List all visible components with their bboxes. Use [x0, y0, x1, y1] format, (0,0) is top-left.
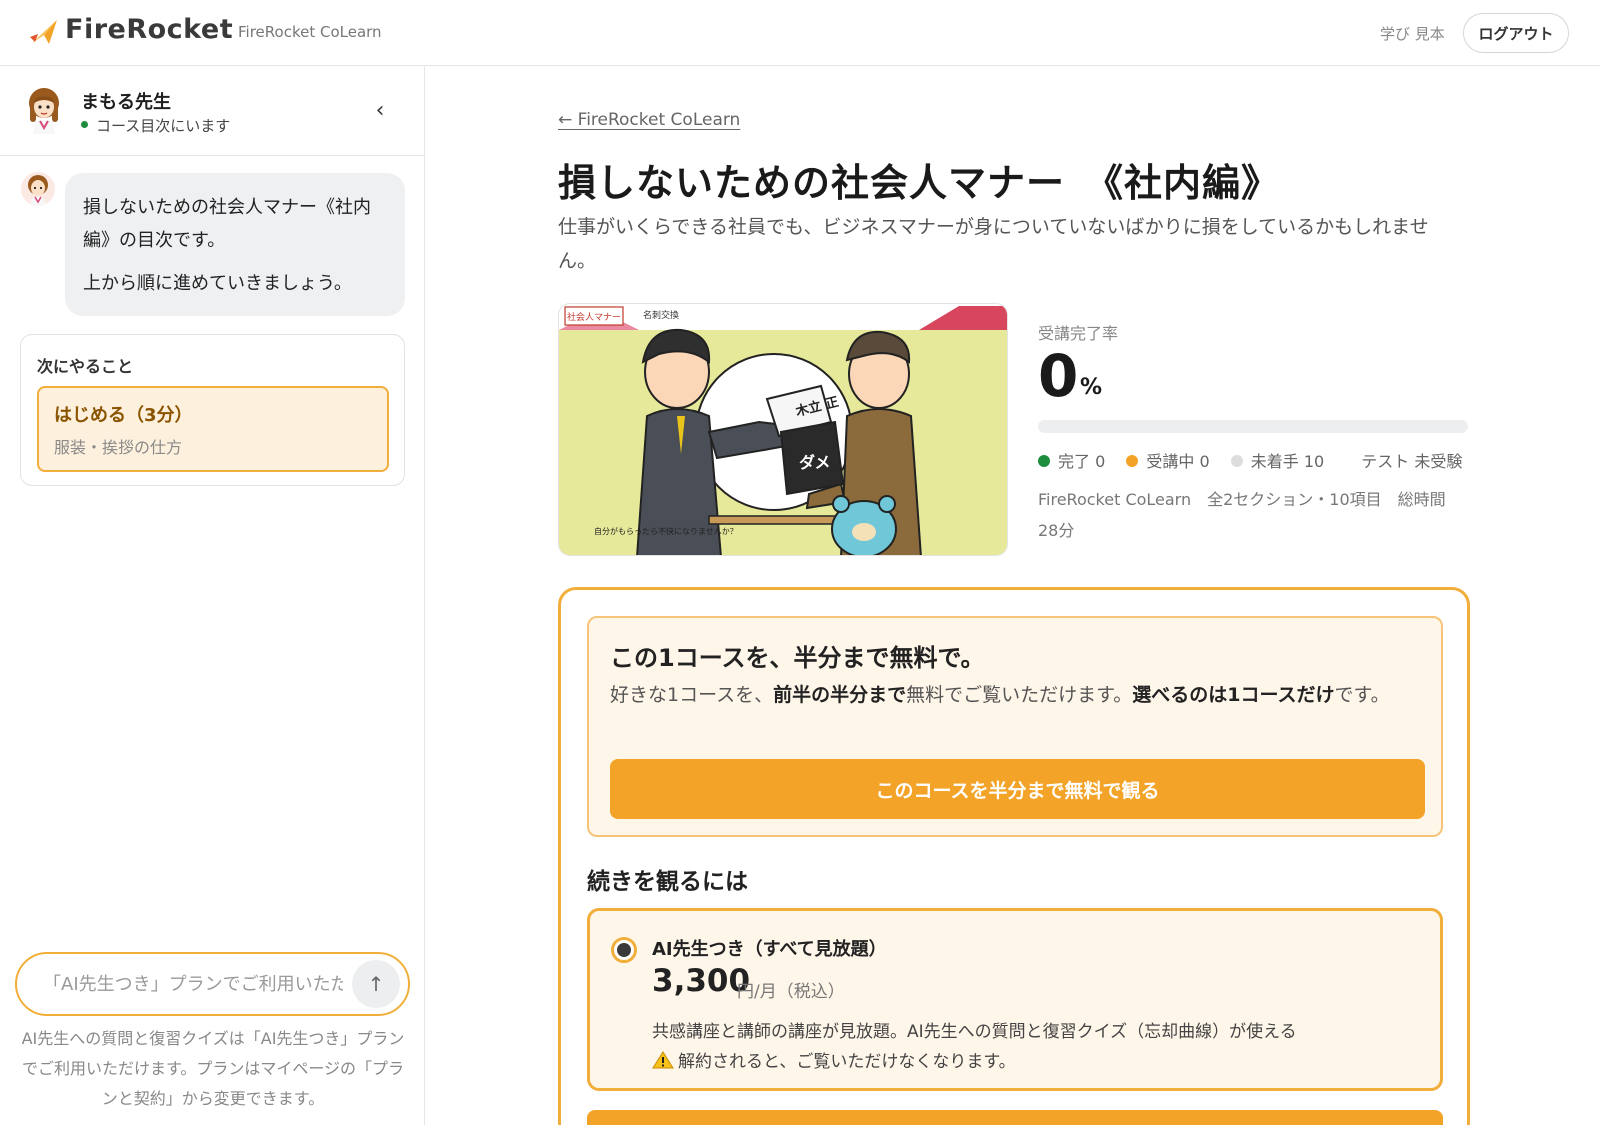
- chat-input[interactable]: [43, 970, 343, 998]
- stat-in-progress: 受講中 0: [1146, 452, 1210, 471]
- tutor-message-line: 損しないための社会人マナー《社内編》の目次です。: [83, 197, 371, 251]
- teacher-status-text: コース目次にいます: [96, 117, 231, 135]
- chat-plan-note: AI先生への質問と復習クイズは「AI先生つき」プランでご利用いただけます。プラン…: [21, 1029, 405, 1108]
- plan-price-unit: 円/月（税込）: [737, 982, 845, 1002]
- logout-button[interactable]: ログアウト: [1463, 13, 1569, 53]
- next-todo-title: 次にやること: [37, 357, 134, 376]
- online-status-dot: [81, 121, 88, 128]
- course-description: 仕事がいくらできる社員でも、ビジネスマナーが身についていないばかりに損をしている…: [558, 216, 1429, 272]
- next-todo-item[interactable]: はじめる（3分） 服装・挨拶の仕方: [37, 386, 389, 472]
- tutor-message-line: 上から順に進めていきましょう。: [83, 273, 352, 294]
- watch-half-free-button[interactable]: このコースを半分まで無料で観る: [610, 759, 1425, 819]
- free-trial-title: この1コースを、半分まで無料で。: [610, 644, 985, 672]
- sidebar-header: まもる先生 コース目次にいます ‹: [0, 66, 424, 156]
- top-header: FireRocket FireRocket CoLearn 学び 見本 ログアウ…: [0, 0, 1600, 66]
- subscribe-button[interactable]: [587, 1110, 1443, 1125]
- course-meta: FireRocket CoLearn 全2セクション・10項目 総時間 28分: [1038, 490, 1446, 540]
- free-trial-description: 好きな1コースを、前半の半分まで無料でご覧いただけます。選べるのは1コースだけで…: [610, 678, 1410, 713]
- thumbnail-badge: 社会人マナー: [567, 311, 621, 323]
- plan-warning: 解約されると、ご覧いただけなくなります。: [652, 1047, 1016, 1072]
- next-todo-item-title: はじめる（3分）: [54, 405, 193, 426]
- brand-subtitle: FireRocket CoLearn: [238, 23, 382, 41]
- free-trial-box: この1コースを、半分まで無料で。 好きな1コースを、前半の半分まで無料でご覧いた…: [587, 616, 1443, 837]
- plan-price: 3,300: [652, 963, 751, 999]
- tutor-message-bubble: 損しないための社会人マナー《社内編》の目次です。 上から順に進めていきましょう。: [65, 173, 405, 316]
- stat-not-started: 未着手 10: [1250, 452, 1325, 471]
- completed-dot: [1038, 454, 1050, 467]
- not-started-dot: [1230, 454, 1243, 467]
- free-desc-text: です。: [1334, 684, 1390, 706]
- continue-title: 続きを観るには: [587, 869, 748, 895]
- plan-offer-panel: この1コースを、半分まで無料で。 好きな1コースを、前半の半分まで無料でご覧いた…: [558, 587, 1470, 1125]
- arrow-up-icon: ↑: [367, 972, 385, 996]
- collapse-sidebar-button[interactable]: ‹: [366, 96, 394, 124]
- plan-warning-text: 解約されると、ご覧いただけなくなります。: [678, 1052, 1016, 1072]
- teacher-avatar: [25, 86, 63, 134]
- course-thumbnail[interactable]: 社会人マナー 名刺交換 木立 正 ダメ 自分がもらったら不快になりませんか？: [558, 303, 1008, 556]
- stat-test: テスト 未受験: [1361, 452, 1463, 471]
- plan-radio-selected[interactable]: [611, 937, 637, 963]
- course-title: 損しないための社会人マナー 《社内編》: [558, 161, 1281, 205]
- next-todo-item-subtitle: 服装・挨拶の仕方: [54, 438, 183, 457]
- progress-value: 0: [1038, 342, 1079, 410]
- free-desc-text: 無料でご覧いただけます。: [906, 684, 1133, 706]
- send-button[interactable]: ↑: [352, 960, 400, 1008]
- free-desc-emphasis: 選べるのは1コースだけ: [1132, 684, 1335, 706]
- next-todo-card: 次にやること はじめる（3分） 服装・挨拶の仕方: [20, 334, 405, 486]
- header-link[interactable]: 学び 見本: [1380, 23, 1445, 44]
- plan-description: 共感講座と講師の講座が見放題。AI先生への質問と復習クイズ（忘却曲線）が使える: [652, 1022, 1297, 1042]
- in-progress-dot: [1126, 454, 1139, 467]
- plan-name: AI先生つき（すべて見放題）: [652, 939, 887, 960]
- free-desc-emphasis: 前半の半分まで: [773, 684, 907, 706]
- chevron-left-icon: ‹: [375, 97, 385, 123]
- chat-input-container: ↑: [15, 952, 410, 1016]
- teacher-status: コース目次にいます: [81, 115, 230, 136]
- progress-label: 受講完了率: [1038, 324, 1119, 343]
- thumbnail-scene-label: 名刺交換: [643, 309, 679, 321]
- progress-bar: [1038, 420, 1468, 433]
- warning-icon: [652, 1051, 674, 1069]
- back-link[interactable]: ← FireRocket CoLearn: [558, 110, 740, 130]
- stat-completed: 完了 0: [1058, 452, 1106, 471]
- progress-unit: %: [1080, 375, 1103, 400]
- thumbnail-caption: 自分がもらったら不快になりませんか？: [594, 526, 738, 536]
- thumbnail-card-mark: ダメ: [799, 453, 831, 472]
- brand-logo-text[interactable]: FireRocket: [65, 14, 233, 45]
- progress-stats: 完了 0 受講中 0 未着手 10 テスト 未受験: [1038, 448, 1462, 472]
- tutor-sidebar: まもる先生 コース目次にいます ‹ 損しないための社会人マナー《社内編》の目次で…: [0, 66, 425, 1125]
- plan-option-ai-teacher[interactable]: AI先生つき（すべて見放題） 3,300 円/月（税込） 共感講座と講師の講座が…: [587, 908, 1443, 1091]
- rocket-logo-icon[interactable]: [30, 17, 60, 47]
- message-avatar: [21, 172, 55, 206]
- free-desc-text: 好きな1コースを、: [610, 684, 774, 706]
- teacher-name: まもる先生: [81, 92, 171, 113]
